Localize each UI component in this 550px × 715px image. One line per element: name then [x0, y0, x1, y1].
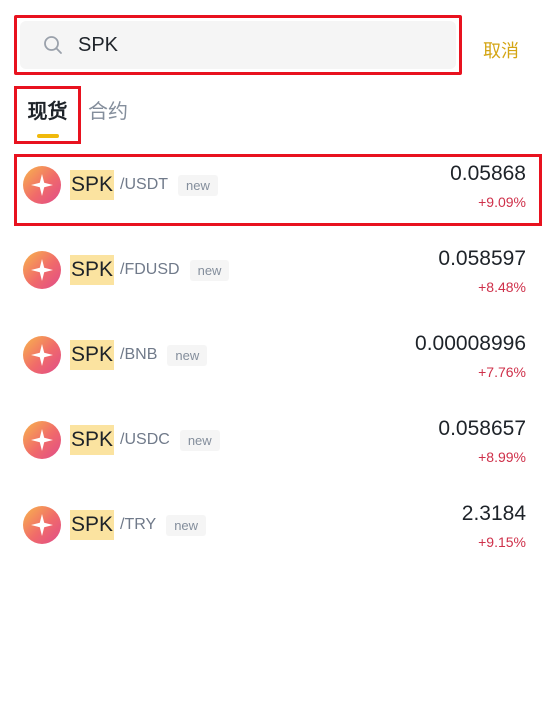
new-badge: new	[167, 344, 208, 366]
quote-asset: /USDT	[120, 176, 169, 193]
last-price: 0.058597	[438, 247, 526, 270]
new-badge: new	[178, 174, 218, 196]
list-item[interactable]: SPK /TRY new 2.3184 +9.15%	[0, 494, 550, 579]
quote-asset: /TRY	[120, 516, 157, 533]
base-asset: SPK	[70, 255, 115, 285]
search-input[interactable]	[78, 33, 398, 57]
spk-coin-icon	[23, 506, 61, 544]
search-bar[interactable]	[14, 15, 462, 75]
last-price: 0.058657	[438, 417, 526, 440]
tab-spot[interactable]: 现货	[14, 86, 81, 144]
last-price: 2.3184	[461, 502, 526, 525]
trading-pair: SPK /TRY new	[70, 510, 207, 540]
spk-coin-icon	[23, 421, 61, 459]
tab-active-indicator	[36, 134, 59, 138]
spk-coin-icon	[23, 251, 61, 289]
base-asset: SPK	[70, 510, 115, 540]
search-results-list: SPK /USDT new 0.05868 +9.09% SPK /FDUSD …	[0, 154, 550, 579]
price-change: +7.76%	[478, 364, 526, 380]
base-asset: SPK	[70, 340, 115, 370]
search-box[interactable]	[20, 21, 456, 69]
tab-spot-label: 现货	[27, 99, 68, 123]
last-price: 0.00008996	[415, 332, 526, 355]
list-item[interactable]: SPK /FDUSD new 0.058597 +8.48%	[0, 239, 550, 324]
base-asset: SPK	[70, 170, 115, 200]
last-price: 0.05868	[450, 162, 526, 185]
search-icon	[42, 34, 64, 56]
quote-asset: /BNB	[120, 346, 158, 363]
price-change: +9.15%	[478, 534, 526, 550]
market-tabs: 现货 合约	[14, 86, 128, 144]
spk-coin-icon	[23, 166, 61, 204]
quote-asset: /FDUSD	[120, 261, 180, 278]
list-item[interactable]: SPK /USDT new 0.05868 +9.09%	[0, 154, 550, 239]
new-badge: new	[179, 429, 220, 451]
new-badge: new	[166, 514, 207, 536]
trading-pair: SPK /USDT new	[70, 170, 218, 200]
new-badge: new	[189, 259, 230, 281]
base-asset: SPK	[70, 425, 115, 455]
list-item[interactable]: SPK /USDC new 0.058657 +8.99%	[0, 409, 550, 494]
trading-pair: SPK /FDUSD new	[70, 255, 230, 285]
trading-pair: SPK /BNB new	[70, 340, 208, 370]
list-item[interactable]: SPK /BNB new 0.00008996 +7.76%	[0, 324, 550, 409]
cancel-button[interactable]: 取消	[483, 37, 519, 63]
price-change: +9.09%	[478, 194, 526, 210]
spk-coin-icon	[23, 336, 61, 374]
price-change: +8.48%	[478, 279, 526, 295]
quote-asset: /USDC	[120, 431, 170, 448]
price-change: +8.99%	[478, 449, 526, 465]
tab-futures[interactable]: 合约	[88, 86, 128, 123]
trading-pair: SPK /USDC new	[70, 425, 220, 455]
